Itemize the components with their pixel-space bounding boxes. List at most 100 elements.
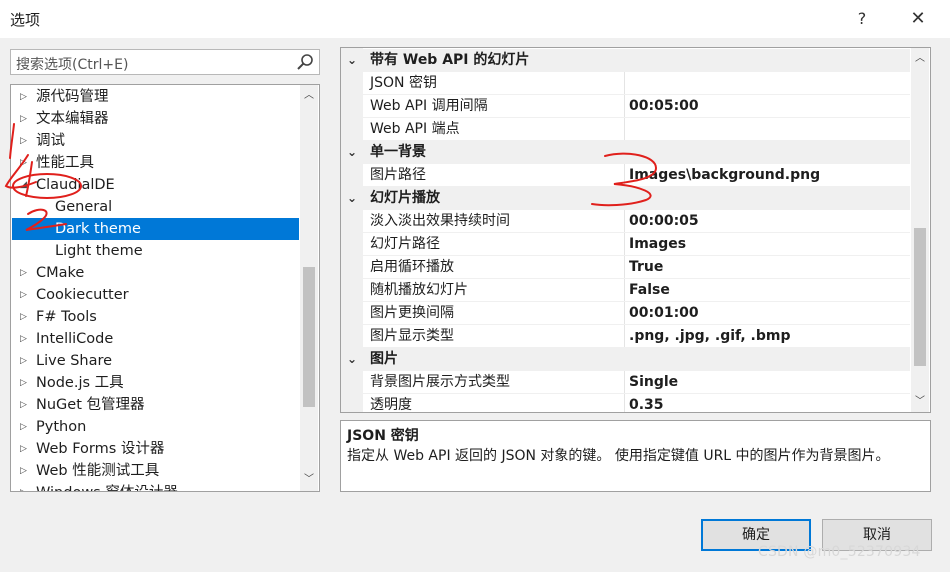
tree-item[interactable]: ▷ 源代码管理 <box>12 86 299 108</box>
tree-item[interactable]: ▷ IntelliCode <box>12 328 299 350</box>
expand-arrow-icon[interactable]: ▷ <box>20 416 30 438</box>
tree-item[interactable]: ▷ Python <box>12 416 299 438</box>
tree-item-label: Live Share <box>36 353 113 369</box>
expand-arrow-icon[interactable]: ▷ <box>20 262 30 284</box>
tree-item[interactable]: ▷ 文本编辑器 <box>12 108 299 130</box>
property-value[interactable]: Images\background.png <box>629 164 820 187</box>
property-category-label: 单一背景 <box>370 144 426 160</box>
scroll-up-arrow-icon[interactable]: ︿ <box>911 50 929 68</box>
tree-item-label: Web Forms 设计器 <box>36 441 165 457</box>
tree-item[interactable]: ▷ F# Tools <box>12 306 299 328</box>
expand-arrow-icon[interactable]: ▷ <box>20 460 30 482</box>
property-value[interactable]: False <box>629 279 670 302</box>
expand-arrow-icon[interactable]: ▷ <box>20 328 30 350</box>
search-input[interactable]: 搜索选项(Ctrl+E) <box>16 54 128 74</box>
tree-scroll-thumb[interactable] <box>303 267 315 407</box>
property-row[interactable]: 启用循环播放 True <box>341 256 910 279</box>
property-value[interactable]: 00:05:00 <box>629 95 699 118</box>
tree-item[interactable]: Dark theme <box>12 218 299 240</box>
property-row[interactable]: Web API 调用间隔 00:05:00 <box>341 95 910 118</box>
expand-arrow-icon[interactable]: ▷ <box>20 350 30 372</box>
tree-item-label: CMake <box>36 265 85 281</box>
property-category-label: 幻灯片播放 <box>370 190 440 206</box>
scroll-down-arrow-icon[interactable]: ﹀ <box>300 471 318 489</box>
tree-item-label: 调试 <box>36 133 65 149</box>
tree-item-label: Python <box>36 419 87 435</box>
close-button[interactable]: ✕ <box>898 4 938 34</box>
expand-arrow-icon[interactable]: ▷ <box>20 108 30 130</box>
property-row[interactable]: 图片显示类型 .png, .jpg, .gif, .bmp <box>341 325 910 348</box>
property-row[interactable]: 背景图片展示方式类型 Single <box>341 371 910 394</box>
property-value[interactable]: 0.35 <box>629 394 664 412</box>
property-row[interactable]: 透明度 0.35 <box>341 394 910 412</box>
property-value[interactable]: 00:01:00 <box>629 302 699 325</box>
property-name: 淡入淡出效果持续时间 <box>370 210 625 233</box>
expand-arrow-icon[interactable]: ▷ <box>20 372 30 394</box>
property-grid: ⌄ 带有 Web API 的幻灯片 JSON 密钥 Web API 调用间隔 00:05… <box>340 47 931 413</box>
grid-scrollbar[interactable]: ︿ ﹀ <box>911 48 929 412</box>
tree-item[interactable]: Light theme <box>12 240 299 262</box>
tree-item[interactable]: ▷ Web Forms 设计器 <box>12 438 299 460</box>
tree-item-label: IntelliCode <box>36 331 114 347</box>
property-category-label: 图片 <box>370 351 398 367</box>
property-category[interactable]: ⌄ 幻灯片播放 <box>341 187 910 210</box>
tree-item-label: 源代码管理 <box>36 89 109 105</box>
tree-item[interactable]: ▷ 调试 <box>12 130 299 152</box>
property-row[interactable]: 图片更换间隔 00:01:00 <box>341 302 910 325</box>
help-button[interactable]: ? <box>842 4 882 34</box>
expand-arrow-icon[interactable]: ▷ <box>20 152 30 174</box>
tree-item-label: Dark theme <box>55 221 141 237</box>
description-panel: JSON 密钥 指定从 Web API 返回的 JSON 对象的键。 使用指定键… <box>340 420 931 492</box>
property-row[interactable]: 幻灯片路径 Images <box>341 233 910 256</box>
scroll-down-arrow-icon[interactable]: ﹀ <box>911 393 929 411</box>
tree-item[interactable]: ▷ Cookiecutter <box>12 284 299 306</box>
expand-arrow-icon[interactable]: ▷ <box>20 284 30 306</box>
tree-item[interactable]: ▷ CMake <box>12 262 299 284</box>
scroll-up-arrow-icon[interactable]: ︿ <box>300 87 318 105</box>
tree-item[interactable]: General <box>12 196 299 218</box>
property-category[interactable]: ⌄ 单一背景 <box>341 141 910 164</box>
expand-arrow-icon[interactable]: ▷ <box>20 130 30 152</box>
property-category[interactable]: ⌄ 带有 Web API 的幻灯片 <box>341 49 910 72</box>
collapse-chevron-icon[interactable]: ⌄ <box>347 141 357 164</box>
search-icon[interactable] <box>296 53 314 71</box>
tree-item[interactable]: ▷ Web 性能测试工具 <box>12 460 299 482</box>
expand-arrow-icon[interactable]: ▷ <box>20 394 30 416</box>
property-row[interactable]: 淡入淡出效果持续时间 00:00:05 <box>341 210 910 233</box>
property-value[interactable]: 00:00:05 <box>629 210 699 233</box>
expand-arrow-icon[interactable]: ▷ <box>20 482 30 491</box>
property-name: 幻灯片路径 <box>370 233 625 256</box>
property-value[interactable]: Images <box>629 233 686 256</box>
tree-item-label: Windows 窗体设计器 <box>36 482 178 491</box>
search-box[interactable]: 搜索选项(Ctrl+E) <box>10 49 320 75</box>
tree-item[interactable]: ▷ Windows 窗体设计器 <box>12 482 299 491</box>
property-value[interactable]: Single <box>629 371 678 394</box>
tree-item[interactable]: ▷ NuGet 包管理器 <box>12 394 299 416</box>
options-tree: ▷ 源代码管理 ▷ 文本编辑器 ▷ 调试 ▷ 性能工具 ◢ ClaudialDE General Da… <box>10 84 320 492</box>
tree-item-label: Node.js 工具 <box>36 375 124 391</box>
property-row[interactable]: JSON 密钥 <box>341 72 910 95</box>
property-value[interactable]: True <box>629 256 663 279</box>
tree-scrollbar[interactable]: ︿ ﹀ <box>300 85 318 491</box>
expand-arrow-icon[interactable]: ▷ <box>20 86 30 108</box>
tree-item[interactable]: ▷ 性能工具 <box>12 152 299 174</box>
property-value[interactable]: .png, .jpg, .gif, .bmp <box>629 325 790 348</box>
collapse-arrow-icon[interactable]: ◢ <box>20 174 30 196</box>
tree-item-label: 性能工具 <box>36 155 94 171</box>
tree-item[interactable]: ▷ Node.js 工具 <box>12 372 299 394</box>
tree-item-label: NuGet 包管理器 <box>36 397 145 413</box>
expand-arrow-icon[interactable]: ▷ <box>20 438 30 460</box>
grid-scroll-thumb[interactable] <box>914 228 926 366</box>
property-row[interactable]: Web API 端点 <box>341 118 910 141</box>
title-bar: 选项 ? ✕ <box>0 0 950 38</box>
collapse-chevron-icon[interactable]: ⌄ <box>347 187 357 210</box>
tree-item[interactable]: ◢ ClaudialDE <box>12 174 299 196</box>
property-row[interactable]: 随机播放幻灯片 False <box>341 279 910 302</box>
collapse-chevron-icon[interactable]: ⌄ <box>347 49 357 72</box>
property-category[interactable]: ⌄ 图片 <box>341 348 910 371</box>
property-row[interactable]: 图片路径 Images\background.png <box>341 164 910 187</box>
tree-item[interactable]: ▷ Live Share <box>12 350 299 372</box>
expand-arrow-icon[interactable]: ▷ <box>20 306 30 328</box>
collapse-chevron-icon[interactable]: ⌄ <box>347 348 357 371</box>
description-title: JSON 密钥 <box>347 428 419 444</box>
